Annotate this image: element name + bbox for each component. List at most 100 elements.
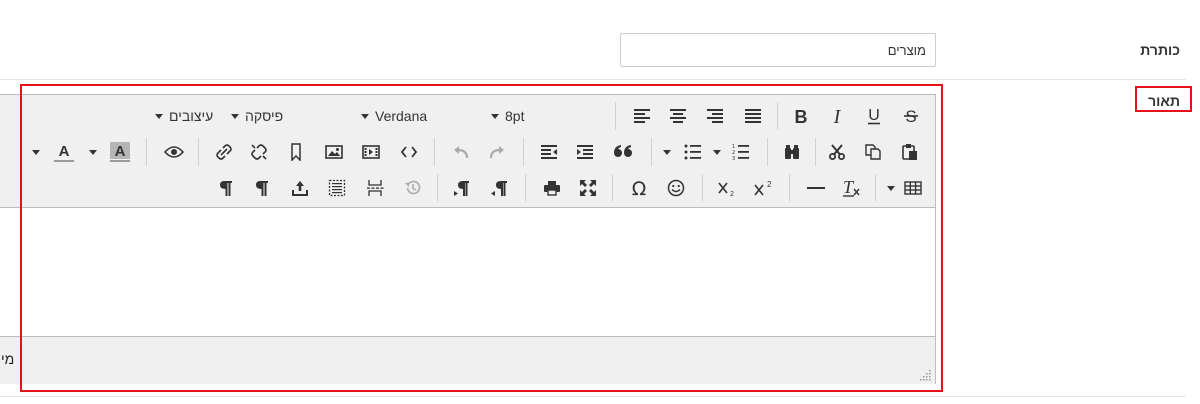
paragraph-format-select[interactable]: פיסקה	[231, 105, 283, 127]
text-color-button[interactable]: A	[51, 139, 77, 165]
code-icon	[400, 146, 418, 158]
toolbar-separator	[789, 174, 790, 202]
background-color-options[interactable]	[87, 139, 99, 165]
link-button[interactable]	[212, 139, 236, 165]
align-center-button[interactable]	[666, 103, 690, 129]
redo-button[interactable]	[485, 139, 509, 165]
resize-handle-icon[interactable]	[920, 369, 932, 381]
eye-icon	[164, 146, 184, 158]
restore-history-button[interactable]	[401, 175, 425, 201]
outdent-icon	[541, 145, 557, 159]
upload-button[interactable]	[288, 175, 312, 201]
undo-button[interactable]	[449, 139, 473, 165]
numbered-list-options[interactable]	[711, 139, 723, 165]
svg-text:U: U	[868, 107, 880, 124]
toolbar-separator	[875, 174, 876, 202]
title-input[interactable]	[620, 33, 936, 67]
preview-button[interactable]	[162, 139, 186, 165]
align-right-button[interactable]	[703, 103, 727, 129]
numbered-list-button[interactable]: 123	[729, 139, 753, 165]
page-break-button[interactable]	[363, 175, 387, 201]
row-divider-top	[0, 79, 1186, 80]
subscript-icon: 2	[718, 182, 734, 197]
toolbar-separator	[198, 138, 199, 166]
paste-button[interactable]	[898, 139, 922, 165]
redo-icon	[489, 146, 504, 159]
align-justify-button[interactable]	[741, 103, 765, 129]
underline-button[interactable]: U	[862, 103, 886, 129]
printer-icon	[544, 181, 560, 196]
bullet-list-icon	[684, 144, 701, 160]
page-break-icon	[367, 180, 384, 196]
bullet-list-options[interactable]	[661, 139, 673, 165]
subscript-button[interactable]: 2	[715, 175, 739, 201]
special-character-button[interactable]: Ω	[627, 175, 651, 201]
link-icon	[216, 144, 232, 160]
strikethrough-button[interactable]: S	[899, 103, 923, 129]
background-color-icon: A	[110, 142, 130, 162]
paragraph-format-label: פיסקה	[245, 108, 284, 124]
insert-media-button[interactable]	[359, 139, 383, 165]
print-button[interactable]	[540, 175, 564, 201]
decrease-indent-button[interactable]	[537, 139, 561, 165]
row-divider-bottom	[0, 396, 1186, 397]
italic-button[interactable]: I	[825, 103, 849, 129]
insert-image-button[interactable]	[322, 139, 346, 165]
editor-content-area[interactable]	[0, 209, 935, 336]
align-left-button[interactable]	[630, 103, 654, 129]
ltr-direction-button[interactable]	[451, 175, 475, 201]
show-blocks-button[interactable]	[250, 175, 274, 201]
select-all-button[interactable]	[325, 175, 349, 201]
chevron-down-icon	[713, 149, 721, 155]
chevron-down-icon	[887, 185, 895, 191]
align-center-icon	[670, 109, 686, 123]
svg-text:T: T	[843, 179, 855, 197]
clear-formatting-button[interactable]: T	[839, 175, 863, 201]
italic-icon: I	[833, 107, 842, 125]
horizontal-line-button[interactable]	[804, 175, 828, 201]
chevron-down-icon	[32, 149, 40, 155]
insert-table-button[interactable]	[902, 175, 924, 201]
bullet-list-button[interactable]	[681, 139, 705, 165]
increase-indent-button[interactable]	[573, 139, 597, 165]
font-family-select[interactable]: Verdana	[361, 105, 427, 127]
ltr-paragraph-icon	[454, 181, 469, 196]
bold-icon: B	[795, 107, 808, 125]
paragraph-button[interactable]	[214, 175, 238, 201]
cut-button[interactable]	[825, 139, 849, 165]
anchor-button[interactable]	[284, 139, 308, 165]
find-button[interactable]	[780, 139, 804, 165]
chevron-down-icon	[89, 149, 97, 155]
maximize-button[interactable]	[576, 175, 600, 201]
chevron-down-icon	[361, 113, 369, 119]
chevron-down-icon	[155, 113, 163, 119]
scissors-icon	[829, 144, 845, 160]
table-options[interactable]	[885, 175, 897, 201]
toolbar-separator	[437, 174, 438, 202]
unlink-icon	[251, 144, 267, 160]
rtl-direction-button[interactable]	[488, 175, 512, 201]
emoticon-button[interactable]	[664, 175, 688, 201]
background-color-button[interactable]: A	[107, 139, 133, 165]
unlink-button[interactable]	[247, 139, 271, 165]
text-color-options[interactable]	[30, 139, 42, 165]
superscript-button[interactable]: 2	[751, 175, 775, 201]
align-right-icon	[707, 109, 723, 123]
styles-select[interactable]: עיצובים	[155, 105, 213, 127]
clear-formatting-icon: T	[843, 179, 860, 197]
font-size-select[interactable]: 8pt	[491, 105, 524, 127]
toolbar-separator	[815, 138, 816, 166]
svg-text:2: 2	[767, 180, 772, 189]
table-icon	[904, 181, 922, 195]
editor-status-bar: מי	[0, 336, 935, 384]
bold-button[interactable]: B	[789, 103, 813, 129]
source-code-button[interactable]	[397, 139, 421, 165]
align-left-icon	[634, 109, 650, 123]
font-size-label: 8pt	[505, 108, 525, 124]
blockquote-button[interactable]	[611, 139, 635, 165]
toolbar-separator	[615, 102, 616, 130]
toolbar-separator	[525, 174, 526, 202]
quote-icon	[614, 145, 632, 157]
copy-button[interactable]	[861, 139, 885, 165]
omega-icon: Ω	[632, 179, 647, 197]
